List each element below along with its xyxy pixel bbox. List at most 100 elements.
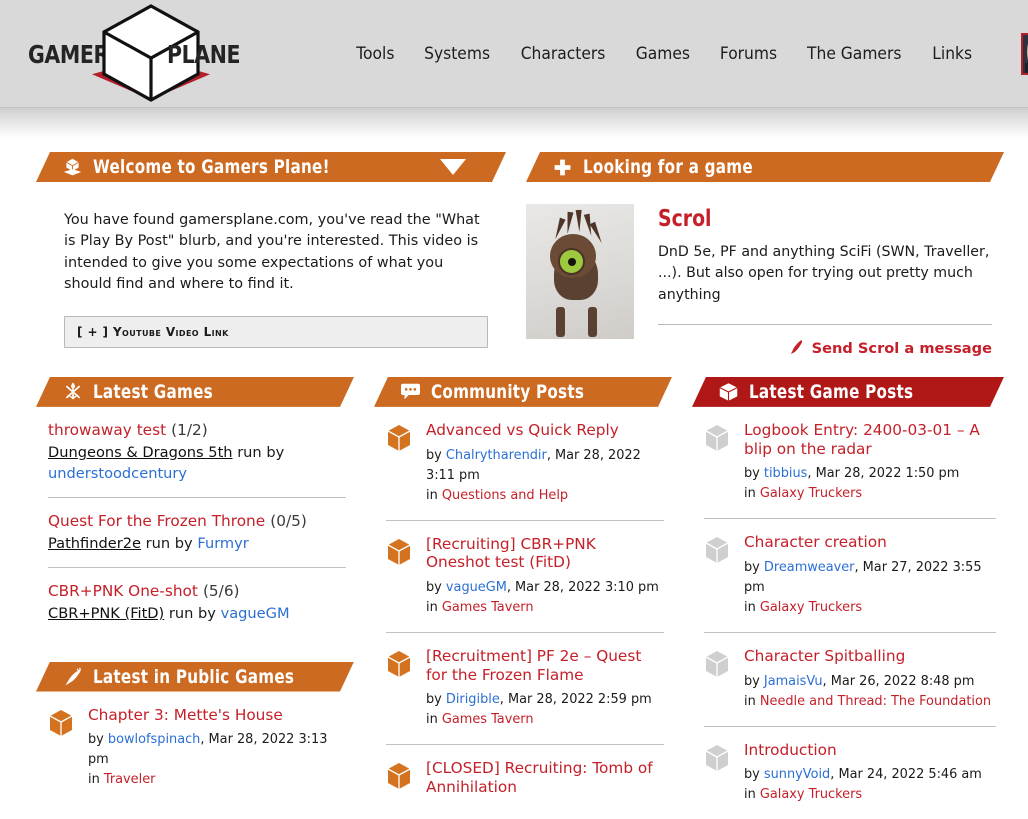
game-entry: CBR+PNK One-shot (5/6) CBR+PNK (FitD) ru… <box>48 568 346 637</box>
latest-games-title: Latest Games <box>93 380 213 403</box>
cube-on-book-icon <box>62 157 83 178</box>
game-gm[interactable]: understoodcentury <box>48 465 187 482</box>
post-forum[interactable]: Galaxy Truckers <box>760 787 862 802</box>
portrait-pupil <box>568 258 576 266</box>
lfg-body: Scrol DnD 5e, PF and anything SciFi (SWN… <box>526 182 1004 359</box>
post-location: in Games Tavern <box>426 710 664 730</box>
user-avatar[interactable] <box>1021 32 1028 75</box>
orange-cube-icon <box>386 761 412 791</box>
orange-cube-icon <box>386 423 412 453</box>
youtube-video-link-toggle[interactable]: [ + ] Youtube Video Link <box>64 315 488 348</box>
nav-item-systems[interactable]: Systems <box>424 44 490 63</box>
list-item-main: [Recruiting] CBR+PNK Oneshot test (FitD)… <box>426 535 664 618</box>
list-item-main: Chapter 3: Mette's House by bowlofspinac… <box>88 706 346 791</box>
send-message-button[interactable]: Send Scrol a message <box>658 339 992 359</box>
in-label: in <box>426 487 438 503</box>
site-logo[interactable]: GAMERS PLANE <box>0 0 300 108</box>
post-forum[interactable]: Games Tavern <box>442 712 534 727</box>
nav-item-links[interactable]: Links <box>932 44 972 63</box>
triangle-down-icon[interactable] <box>440 159 466 175</box>
game-system[interactable]: CBR+PNK (FitD) <box>48 605 164 622</box>
list-item-main: Introduction by sunnyVoid, Mar 24, 2022 … <box>744 741 996 806</box>
gray-cube-icon <box>704 535 730 565</box>
by-label: by <box>744 466 760 482</box>
game-title[interactable]: throwaway test <box>48 421 166 439</box>
game-title[interactable]: CBR+PNK One-shot <box>48 582 198 600</box>
main-navigation: Tools Systems Characters Games Forums Th… <box>355 32 1028 75</box>
nav-item-games[interactable]: Games <box>636 44 690 63</box>
nav-item-the-gamers[interactable]: The Gamers <box>807 44 901 63</box>
list-item-main: Advanced vs Quick Reply by Chalrytharend… <box>426 421 664 506</box>
post-location: in Galaxy Truckers <box>744 484 996 504</box>
by-label: by <box>744 767 760 783</box>
post-forum[interactable]: Needle and Thread: The Foundation <box>760 694 991 709</box>
post-title[interactable]: [Recruitment] PF 2e – Quest for the Froz… <box>426 647 664 684</box>
post-meta: by sunnyVoid, Mar 24, 2022 5:46 am in Ga… <box>744 765 996 805</box>
lfg-banner-title: Looking for a game <box>583 156 753 178</box>
game-player-count: (1/2) <box>171 420 208 439</box>
post-forum[interactable]: Galaxy Truckers <box>760 486 862 501</box>
lfg-user-name[interactable]: Scrol <box>658 206 932 232</box>
post-title[interactable]: Introduction <box>744 741 996 760</box>
quill-pen-icon <box>790 339 804 359</box>
run-by-label: run by <box>145 535 193 553</box>
post-location: in Galaxy Truckers <box>744 785 996 805</box>
nav-item-characters[interactable]: Characters <box>520 44 605 63</box>
public-games-title: Latest in Public Games <box>93 665 295 688</box>
post-forum[interactable]: Games Tavern <box>442 600 534 615</box>
post-date: , Mar 26, 2022 8:48 pm <box>822 673 975 689</box>
by-label: by <box>426 579 442 595</box>
post-date: , Mar 24, 2022 5:46 am <box>830 767 982 783</box>
post-author[interactable]: vagueGM <box>446 580 507 595</box>
post-author[interactable]: Dreamweaver <box>764 560 855 575</box>
list-item: [CLOSED] Recruiting: Tomb of Annihilatio… <box>386 745 664 816</box>
crossed-dice-icon <box>62 381 83 402</box>
portrait-spike <box>575 209 583 233</box>
post-title[interactable]: Advanced vs Quick Reply <box>426 421 664 440</box>
list-item: Advanced vs Quick Reply by Chalrytharend… <box>386 407 664 521</box>
game-entry: throwaway test (1/2) Dungeons & Dragons … <box>48 407 346 499</box>
lfg-divider <box>658 323 992 325</box>
creature-portrait[interactable] <box>526 204 634 339</box>
game-system[interactable]: Dungeons & Dragons 5th <box>48 444 233 461</box>
post-author[interactable]: Dirigible <box>446 692 500 707</box>
post-author[interactable]: JamaisVu <box>764 674 823 689</box>
game-system[interactable]: Pathfinder2e <box>48 535 141 552</box>
post-title[interactable]: [Recruiting] CBR+PNK Oneshot test (FitD) <box>426 535 664 572</box>
post-forum[interactable]: Questions and Help <box>442 488 568 503</box>
post-forum[interactable]: Traveler <box>104 772 156 787</box>
send-message-label: Send Scrol a message <box>811 340 992 358</box>
game-title[interactable]: Quest For the Frozen Throne <box>48 512 265 530</box>
list-item-main: [Recruitment] PF 2e – Quest for the Froz… <box>426 647 664 730</box>
post-title[interactable]: Character creation <box>744 533 996 552</box>
post-author[interactable]: tibbius <box>764 466 807 481</box>
post-location: in Games Tavern <box>426 598 664 618</box>
post-title[interactable]: [CLOSED] Recruiting: Tomb of Annihilatio… <box>426 759 664 796</box>
post-forum[interactable]: Galaxy Truckers <box>760 600 862 615</box>
post-author[interactable]: Chalrytharendir <box>446 448 547 463</box>
post-author[interactable]: bowlofspinach <box>108 732 200 747</box>
post-location: in Needle and Thread: The Foundation <box>744 692 996 712</box>
post-title[interactable]: Logbook Entry: 2400-03-01 – A blip on th… <box>744 421 996 458</box>
nav-item-tools[interactable]: Tools <box>356 44 394 63</box>
left-column: Latest Games throwaway test (1/2) Dungeo… <box>36 377 354 804</box>
game-subline: CBR+PNK (FitD) run by vagueGM <box>48 603 346 624</box>
public-games-list: Chapter 3: Mette's House by bowlofspinac… <box>36 692 354 805</box>
public-games-banner: Latest in Public Games <box>36 662 354 692</box>
game-posts-banner: Latest Game Posts <box>692 377 1004 407</box>
gray-cube-icon <box>704 743 730 773</box>
post-title[interactable]: Chapter 3: Mette's House <box>88 706 346 725</box>
run-by-label: run by <box>237 443 285 461</box>
welcome-body: You have found gamersplane.com, you've r… <box>36 182 506 348</box>
portrait-leg <box>588 307 597 337</box>
post-title[interactable]: Character Spitballing <box>744 647 996 666</box>
by-label: by <box>88 732 104 748</box>
game-gm[interactable]: vagueGM <box>221 605 290 622</box>
lfg-info: Scrol DnD 5e, PF and anything SciFi (SWN… <box>658 204 992 359</box>
post-author[interactable]: sunnyVoid <box>764 767 830 782</box>
nav-item-forums[interactable]: Forums <box>719 44 776 63</box>
game-player-count: (0/5) <box>270 512 307 531</box>
page-content: Welcome to Gamers Plane! You have found … <box>0 152 1028 819</box>
game-gm[interactable]: Furmyr <box>197 535 248 552</box>
game-subline: Dungeons & Dragons 5th run by understood… <box>48 442 346 484</box>
